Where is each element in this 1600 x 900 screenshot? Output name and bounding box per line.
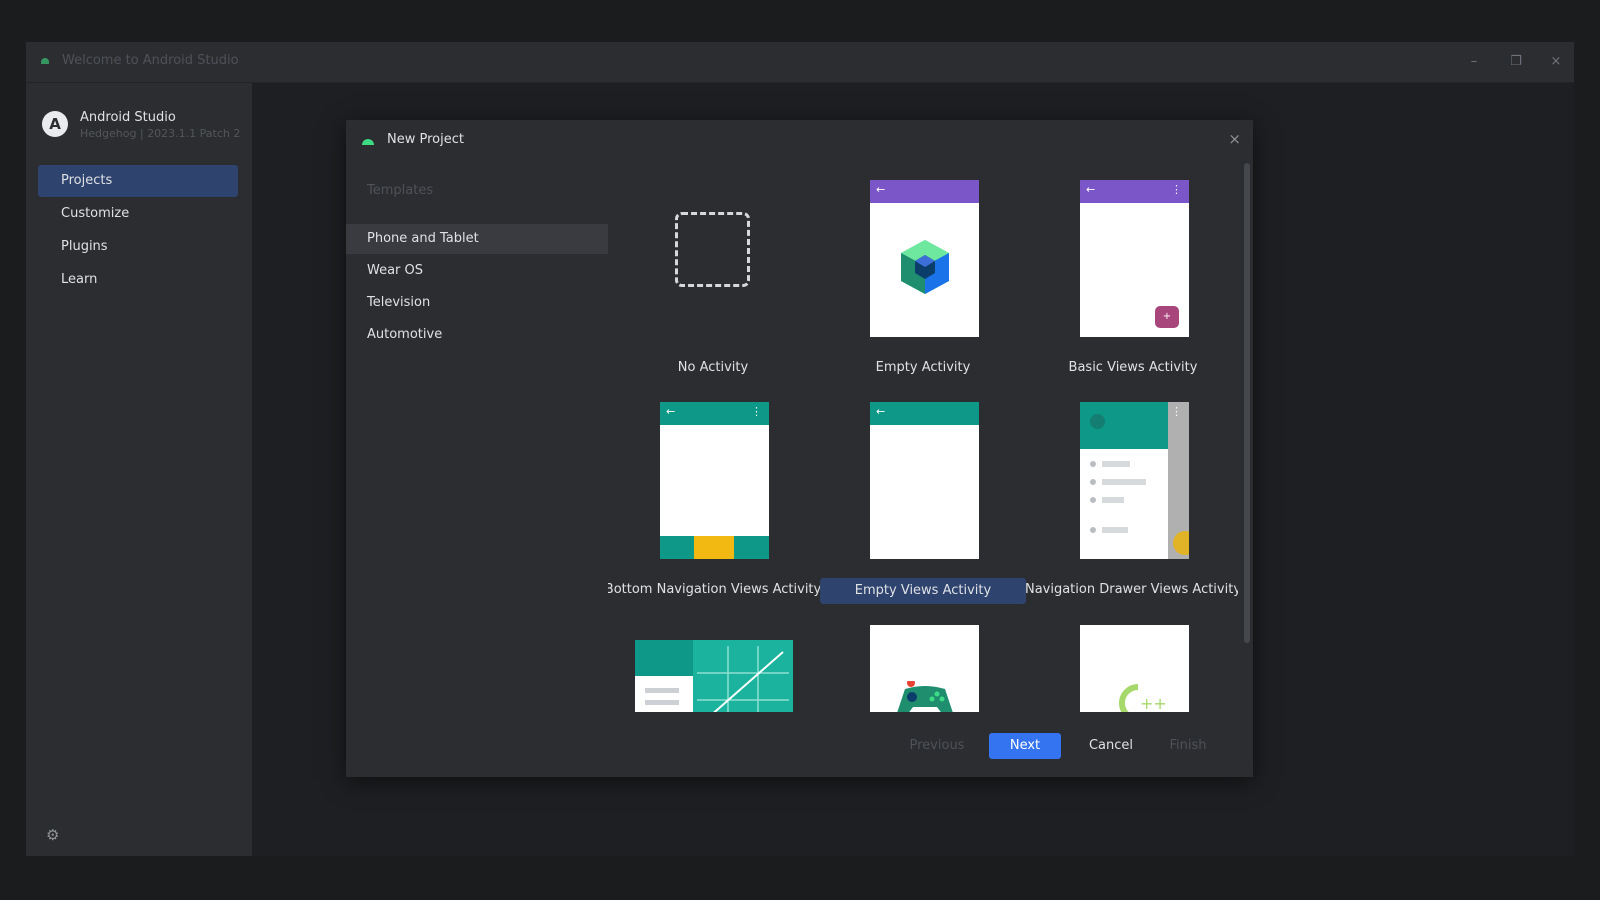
template-no-activity[interactable]: No Activity: [608, 172, 818, 382]
category-automotive[interactable]: Automotive: [346, 320, 608, 350]
category-phone-and-tablet[interactable]: Phone and Tablet: [346, 224, 608, 254]
list-item: [1102, 479, 1146, 485]
drawer-header: [1080, 402, 1168, 449]
android-studio-icon: [41, 58, 49, 64]
list-item: [1090, 497, 1096, 503]
window-title: Welcome to Android Studio: [62, 53, 239, 68]
phone-preview: ← ⋮ +: [1080, 180, 1189, 337]
cancel-button[interactable]: Cancel: [1075, 733, 1147, 759]
compose-hexagon-icon: [897, 238, 953, 300]
previous-button[interactable]: Previous: [901, 733, 973, 759]
bottom-nav-bar: [660, 536, 769, 559]
android-head-icon: [362, 139, 374, 145]
phone-preview: ← ⋮: [660, 402, 769, 559]
template-label: No Activity: [677, 360, 749, 375]
dialog-close-icon[interactable]: ×: [1228, 130, 1241, 148]
minimize-button[interactable]: –: [1460, 50, 1488, 74]
template-label: Navigation Drawer Views Activity: [1024, 582, 1238, 597]
template-label: Basic Views Activity: [1068, 360, 1198, 375]
sidebar-item-learn[interactable]: Learn: [38, 264, 238, 296]
list-item: [1090, 479, 1096, 485]
gamepad-icon: [897, 681, 953, 712]
phone-preview: ++: [1080, 625, 1189, 712]
bottom-nav-selected: [694, 536, 734, 559]
template-game-activity[interactable]: [818, 616, 1028, 712]
new-project-dialog: New Project × Templates Phone and Tablet…: [346, 120, 1253, 777]
template-bottom-navigation-views-activity[interactable]: ← ⋮ Bottom Navigation Views Activity: [608, 394, 821, 604]
category-list: Phone and Tablet Wear OS Television Auto…: [346, 224, 608, 352]
sidebar-item-customize[interactable]: Customize: [38, 198, 238, 230]
list-item: [1102, 497, 1124, 503]
finish-button[interactable]: Finish: [1158, 733, 1218, 759]
title-bar: Welcome to Android Studio – ❐ ×: [26, 42, 1574, 83]
template-label: Bottom Navigation Views Activity: [608, 582, 822, 597]
overflow-menu-icon: ⋮: [751, 405, 762, 418]
app-bar: ← ⋮: [1080, 180, 1189, 203]
category-wear-os[interactable]: Wear OS: [346, 256, 608, 286]
cpp-icon: ++: [1119, 684, 1167, 712]
dialog-title: New Project: [387, 132, 464, 147]
back-arrow-icon: ←: [876, 183, 886, 196]
brand-name: Android Studio: [80, 110, 176, 125]
template-navigation-drawer-views-activity[interactable]: ⋮ Navigation Drawer Views Activity: [1025, 394, 1238, 604]
next-button[interactable]: Next: [989, 733, 1061, 759]
sidebar-item-projects[interactable]: Projects: [38, 165, 238, 197]
app-bar: ←: [870, 180, 979, 203]
svg-text:++: ++: [1140, 694, 1167, 712]
dialog-footer: Previous Next Cancel Finish: [346, 719, 1253, 777]
phone-preview: ⋮: [1080, 402, 1189, 559]
responsive-layout-illustration: [635, 640, 793, 712]
list-item: [1102, 461, 1130, 467]
phone-preview: ←: [870, 402, 979, 559]
template-empty-activity[interactable]: ← Empty Activity: [818, 172, 1028, 382]
overflow-menu-icon: ⋮: [1171, 183, 1182, 196]
phone-preview: [870, 625, 979, 712]
back-arrow-icon: ←: [876, 405, 886, 418]
overflow-menu-icon: ⋮: [1171, 405, 1182, 418]
list-item: [1090, 527, 1096, 533]
brand-version: Hedgehog | 2023.1.1 Patch 2: [80, 127, 241, 140]
window-close-button[interactable]: ×: [1542, 50, 1570, 74]
template-label: Empty Views Activity: [820, 578, 1026, 604]
list-item: [1090, 461, 1096, 467]
phone-preview: ←: [870, 180, 979, 337]
sidebar-item-plugins[interactable]: Plugins: [38, 231, 238, 263]
dashed-placeholder-icon: [675, 212, 750, 287]
welcome-sidebar: A Android Studio Hedgehog | 2023.1.1 Pat…: [26, 83, 252, 856]
template-empty-views-activity[interactable]: ← Empty Views Activity: [818, 394, 1028, 604]
template-label: Empty Activity: [875, 360, 971, 375]
template-native-cpp[interactable]: ++: [1028, 616, 1238, 712]
template-responsive-views-activity[interactable]: [608, 616, 818, 712]
app-bar: ←: [870, 402, 979, 425]
template-grid-scrollbar[interactable]: [1244, 163, 1250, 643]
sidebar-nav: Projects Customize Plugins Learn: [38, 165, 238, 297]
app-bar: ← ⋮: [660, 402, 769, 425]
back-arrow-icon: ←: [1086, 183, 1096, 196]
android-studio-logo-icon: A: [42, 111, 68, 137]
settings-gear-icon[interactable]: ⚙: [46, 826, 59, 844]
templates-label: Templates: [367, 183, 434, 198]
list-item: [1102, 527, 1128, 533]
dialog-header: New Project ×: [346, 120, 1253, 164]
template-grid: No Activity ← Empty Activity ← ⋮ + Basic…: [608, 172, 1238, 712]
back-arrow-icon: ←: [666, 405, 676, 418]
category-television[interactable]: Television: [346, 288, 608, 318]
fab-plus-icon: +: [1155, 306, 1179, 328]
avatar: [1090, 414, 1105, 429]
maximize-button[interactable]: ❐: [1502, 50, 1530, 74]
nav-drawer: [1080, 402, 1168, 559]
template-basic-views-activity[interactable]: ← ⋮ + Basic Views Activity: [1028, 172, 1238, 382]
